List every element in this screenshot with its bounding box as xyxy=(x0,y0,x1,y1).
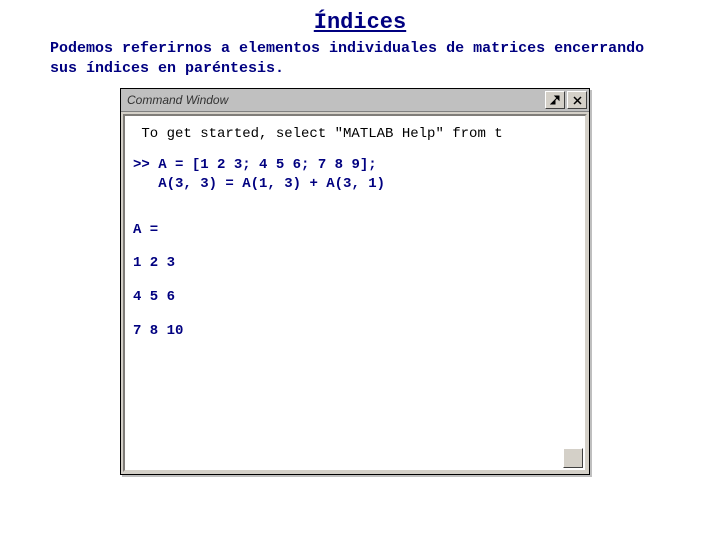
hint-text: To get started, select "MATLAB Help" fro… xyxy=(133,126,577,142)
scroll-corner xyxy=(563,448,583,468)
command-output: A = 1 2 3 4 5 6 7 8 10 xyxy=(133,214,577,348)
titlebar: Command Window xyxy=(121,89,589,112)
input-line-1: A = [1 2 3; 4 5 6; 7 8 9]; xyxy=(158,157,376,173)
page-title: Índices xyxy=(0,10,720,35)
command-input: >> A = [1 2 3; 4 5 6; 7 8 9]; A(3, 3) = … xyxy=(133,156,577,194)
output-row-3: 7 8 10 xyxy=(133,323,183,339)
client-area[interactable]: To get started, select "MATLAB Help" fro… xyxy=(123,114,587,472)
close-button[interactable] xyxy=(567,91,587,109)
titlebar-text: Command Window xyxy=(123,93,543,107)
page-description: Podemos referirnos a elementos individua… xyxy=(50,39,670,78)
input-line-2: A(3, 3) = A(1, 3) + A(3, 1) xyxy=(158,176,385,192)
dock-button[interactable] xyxy=(545,91,565,109)
command-window: Command Window To get started, select "M… xyxy=(120,88,590,475)
output-row-1: 1 2 3 xyxy=(133,255,175,271)
output-var: A = xyxy=(133,222,158,238)
output-row-2: 4 5 6 xyxy=(133,289,175,305)
prompt: >> xyxy=(133,157,150,173)
